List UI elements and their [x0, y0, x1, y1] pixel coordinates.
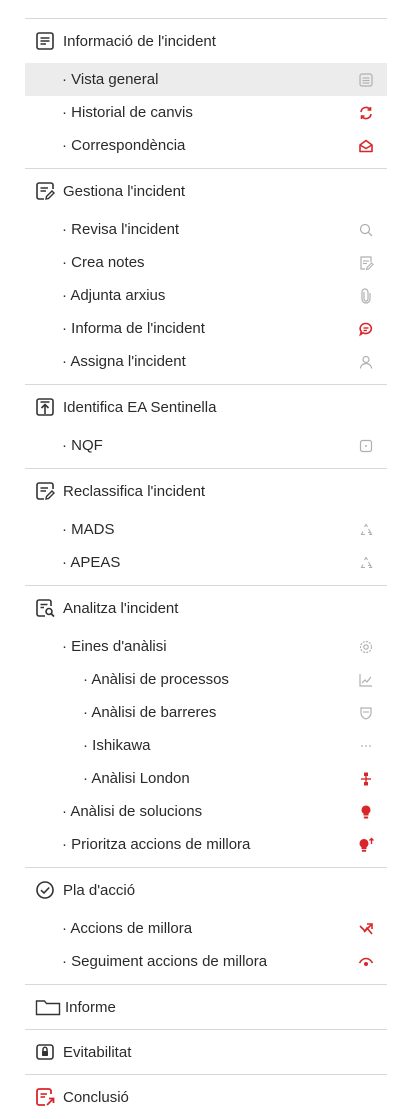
section-title: Identifica EA Sentinella: [63, 398, 217, 416]
dots-icon: [357, 737, 375, 755]
lightbulb-up-icon: [357, 836, 375, 854]
line-chart-icon: [357, 671, 375, 689]
section-title: Informe: [65, 998, 116, 1016]
section-title: Conclusió: [63, 1088, 129, 1106]
menu-item-label: · Anàlisi de processos: [83, 671, 229, 688]
edit-document-icon: [35, 181, 55, 201]
menu-item-label: · Historial de canvis: [62, 104, 193, 121]
section-informacio: Informació de l'incident · Vista general…: [25, 18, 387, 168]
note-icon: [357, 254, 375, 272]
menu-item-label: · Eines d'anàlisi: [62, 638, 167, 655]
section-title: Analitza l'incident: [63, 599, 179, 617]
incident-sidebar-menu: Informació de l'incident · Vista general…: [25, 18, 387, 1119]
chat-icon: [357, 320, 375, 338]
section-analitza: Analitza l'incident · Eines d'anàlisi · …: [25, 585, 387, 867]
menu-item-label: · Vista general: [62, 71, 159, 88]
menu-item-mads[interactable]: · MADS: [25, 513, 387, 546]
menu-item-label: · Anàlisi London: [83, 770, 190, 787]
menu-item-accions[interactable]: · Accions de millora: [25, 912, 387, 945]
section-pla-accio: Pla d'acció · Accions de millora · Segui…: [25, 867, 387, 984]
section-header-conclusio[interactable]: Conclusió: [25, 1075, 387, 1119]
menu-item-solucions[interactable]: · Anàlisi de solucions: [25, 795, 387, 828]
menu-item-label: · Accions de millora: [62, 920, 193, 937]
shield-icon: [357, 704, 375, 722]
paperclip-icon: [357, 287, 375, 305]
section-gestiona: Gestiona l'incident · Revisa l'incident …: [25, 168, 387, 384]
menu-item-label: · Revisa l'incident: [62, 221, 180, 238]
menu-item-label: · Seguiment accions de millora: [62, 953, 268, 970]
refresh-icon: [357, 104, 375, 122]
menu-item-label: · MADS: [62, 521, 115, 538]
menu-item-label: · Ishikawa: [83, 737, 151, 754]
search-icon: [357, 221, 375, 239]
folder-icon: [35, 997, 61, 1017]
lock-shield-icon: [35, 1042, 55, 1062]
section-title: Pla d'acció: [63, 881, 136, 899]
menu-item-label: · Correspondència: [62, 137, 186, 154]
menu-item-label: · APEAS: [62, 554, 121, 571]
upload-box-icon: [35, 397, 55, 417]
recycle-icon: [357, 521, 375, 539]
section-header-informacio[interactable]: Informació de l'incident: [25, 19, 387, 63]
check-circle-icon: [35, 880, 55, 900]
menu-item-london[interactable]: · Anàlisi London: [25, 762, 387, 795]
list-icon: [357, 71, 375, 89]
section-header-informe[interactable]: Informe: [25, 985, 387, 1029]
section-header-pla-accio[interactable]: Pla d'acció: [25, 868, 387, 912]
export-document-icon: [35, 1087, 55, 1107]
document-icon: [35, 31, 55, 51]
menu-item-revisa[interactable]: · Revisa l'incident: [25, 213, 387, 246]
menu-item-label: · Anàlisi de barreres: [83, 704, 217, 721]
section-conclusio: Conclusió: [25, 1074, 387, 1119]
gear-icon: [357, 638, 375, 656]
menu-item-label: · Anàlisi de solucions: [62, 803, 203, 820]
eye-icon: [357, 953, 375, 971]
menu-item-label: · Prioritza accions de millora: [62, 836, 251, 853]
menu-item-adjunta[interactable]: · Adjunta arxius: [25, 279, 387, 312]
trend-arrow-icon: [357, 920, 375, 938]
menu-item-eines[interactable]: · Eines d'anàlisi: [25, 630, 387, 663]
section-identifica: Identifica EA Sentinella · NQF: [25, 384, 387, 468]
menu-item-informa[interactable]: · Informa de l'incident: [25, 312, 387, 345]
section-title: Gestiona l'incident: [63, 182, 186, 200]
menu-item-assigna[interactable]: · Assigna l'incident: [25, 345, 387, 378]
square-dot-icon: [357, 437, 375, 455]
menu-item-label: · Informa de l'incident: [62, 320, 205, 337]
recycle-icon: [357, 554, 375, 572]
menu-item-label: · NQF: [62, 437, 103, 454]
menu-item-prioritza[interactable]: · Prioritza accions de millora: [25, 828, 387, 861]
section-header-evitabilitat[interactable]: Evitabilitat: [25, 1030, 387, 1074]
menu-item-barreres[interactable]: · Anàlisi de barreres: [25, 696, 387, 729]
section-header-reclassifica[interactable]: Reclassifica l'incident: [25, 469, 387, 513]
menu-item-ishikawa[interactable]: · Ishikawa: [25, 729, 387, 762]
section-title: Evitabilitat: [63, 1043, 132, 1061]
envelope-open-icon: [357, 137, 375, 155]
document-search-icon: [35, 598, 55, 618]
menu-item-label: · Crea notes: [62, 254, 145, 271]
menu-item-nqf[interactable]: · NQF: [25, 429, 387, 462]
menu-item-label: · Adjunta arxius: [62, 287, 166, 304]
section-header-analitza[interactable]: Analitza l'incident: [25, 586, 387, 630]
menu-item-historial[interactable]: · Historial de canvis: [25, 96, 387, 129]
menu-item-apeas[interactable]: · APEAS: [25, 546, 387, 579]
section-header-gestiona[interactable]: Gestiona l'incident: [25, 169, 387, 213]
section-title: Reclassifica l'incident: [63, 482, 206, 500]
menu-item-label: · Assigna l'incident: [62, 353, 186, 370]
section-header-identifica[interactable]: Identifica EA Sentinella: [25, 385, 387, 429]
org-chart-icon: [357, 770, 375, 788]
edit-document-icon: [35, 481, 55, 501]
section-evitabilitat: Evitabilitat: [25, 1029, 387, 1074]
menu-item-processos[interactable]: · Anàlisi de processos: [25, 663, 387, 696]
section-reclassifica: Reclassifica l'incident · MADS · APEAS: [25, 468, 387, 585]
user-icon: [357, 353, 375, 371]
menu-item-seguiment[interactable]: · Seguiment accions de millora: [25, 945, 387, 978]
lightbulb-icon: [357, 803, 375, 821]
section-title: Informació de l'incident: [63, 32, 216, 50]
menu-item-vista-general[interactable]: · Vista general: [25, 63, 387, 96]
section-informe: Informe: [25, 984, 387, 1029]
menu-item-correspondencia[interactable]: · Correspondència: [25, 129, 387, 162]
menu-item-crea-notes[interactable]: · Crea notes: [25, 246, 387, 279]
